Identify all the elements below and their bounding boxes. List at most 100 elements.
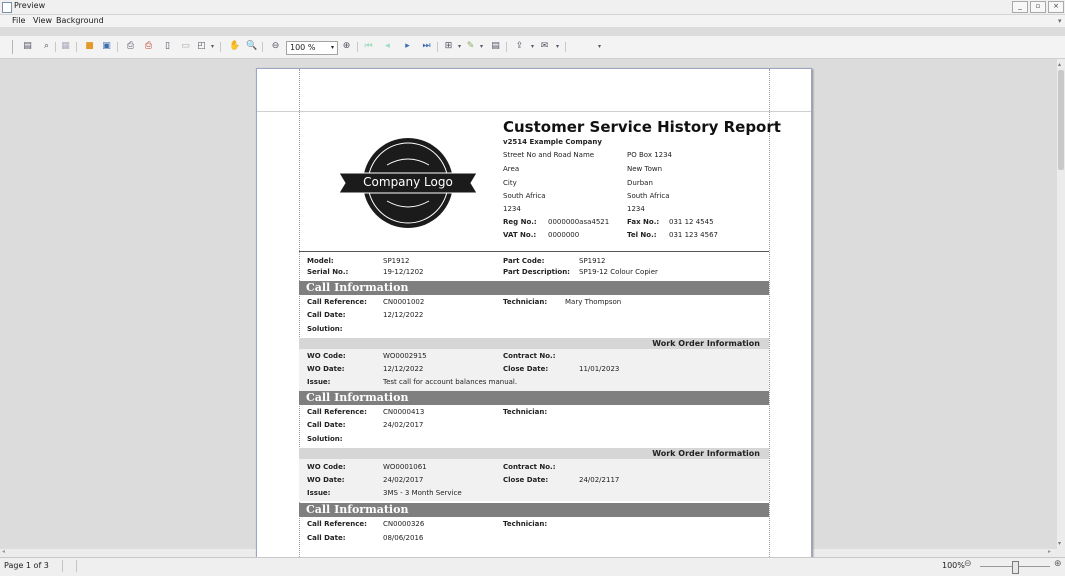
title-bar: Preview _ ▫ × xyxy=(0,0,1065,15)
close-date-value: 24/02/2117 xyxy=(579,476,620,484)
zoom-select[interactable]: 100 % ▾ xyxy=(286,41,338,55)
header-footer-icon[interactable]: ▭ xyxy=(180,41,191,52)
fax-value: 031 12 4545 xyxy=(669,218,714,226)
wo-code-value: WO0002915 xyxy=(383,352,427,360)
address-left-4: South Africa xyxy=(503,192,546,200)
issue-value: Test call for account balances manual. xyxy=(383,378,518,386)
window-title: Preview xyxy=(14,1,46,10)
work-order-band: Work Order Information xyxy=(299,338,769,349)
export-dropdown-icon[interactable]: ▾ xyxy=(527,41,538,52)
issue-value: 3MS - 3 Month Service xyxy=(383,489,462,497)
call-ref-label: Call Reference: xyxy=(307,298,367,306)
menu-overflow-icon[interactable]: ▾ xyxy=(1058,17,1062,25)
vertical-scroll-thumb[interactable] xyxy=(1058,70,1064,170)
zoom-slider-thumb[interactable] xyxy=(1012,561,1019,574)
call-date-value: 12/12/2022 xyxy=(383,311,424,319)
magnifier-icon[interactable]: 🔍 xyxy=(246,41,257,52)
open-icon[interactable]: ■ xyxy=(84,41,95,52)
address-right-3: Durban xyxy=(627,179,653,187)
call-ref-value: CN0001002 xyxy=(383,298,425,306)
call-information-band: Call Information xyxy=(299,281,769,295)
fax-label: Fax No.: xyxy=(627,218,660,226)
vat-label: VAT No.: xyxy=(503,231,537,239)
menu-view[interactable]: View xyxy=(33,15,52,27)
menu-file[interactable]: File xyxy=(12,15,25,27)
report-title: Customer Service History Report xyxy=(503,118,781,136)
menu-bar: File View Background ▾ xyxy=(0,15,1065,27)
close-window-button[interactable]: × xyxy=(1048,1,1064,13)
save-icon[interactable]: ▣ xyxy=(101,41,112,52)
solution-label: Solution: xyxy=(307,435,343,443)
zoom-in-icon[interactable]: ⊕ xyxy=(1054,559,1062,569)
serial-label: Serial No.: xyxy=(307,268,349,276)
scroll-right-icon[interactable]: ▸ xyxy=(1048,548,1051,555)
close-date-value: 11/01/2023 xyxy=(579,365,620,373)
multiple-pages-icon[interactable]: ⊞ xyxy=(443,41,454,52)
tel-label: Tel No.: xyxy=(627,231,657,239)
scroll-down-icon[interactable]: ▾ xyxy=(1058,540,1061,547)
email-dropdown-icon[interactable]: ▾ xyxy=(552,41,563,52)
zoom-in-icon[interactable]: ⊕ xyxy=(341,41,352,52)
zoom-out-icon[interactable]: ⊖ xyxy=(964,559,972,569)
address-left-2: Area xyxy=(503,165,520,173)
email-icon[interactable]: ✉ xyxy=(539,41,550,52)
scroll-left-icon[interactable]: ◂ xyxy=(2,548,5,555)
color-icon[interactable]: ✎ xyxy=(465,41,476,52)
tel-value: 031 123 4567 xyxy=(669,231,718,239)
company-name: v2514 Example Company xyxy=(503,138,602,146)
page-setup-icon[interactable]: ▯ xyxy=(162,41,173,52)
last-page-icon[interactable]: ⏭ xyxy=(421,41,432,52)
search-icon[interactable]: ⌕ xyxy=(41,41,52,52)
call-date-label: Call Date: xyxy=(307,534,346,542)
toolbar-options-icon[interactable]: ▾ xyxy=(594,41,605,52)
partcode-value: SP1912 xyxy=(579,257,606,265)
technician-label: Technician: xyxy=(503,408,548,416)
address-right-5: 1234 xyxy=(627,205,645,213)
document-map-icon[interactable]: ▤ xyxy=(22,41,33,52)
thumbnails-icon[interactable]: ▦ xyxy=(60,41,71,52)
export-icon[interactable]: ⇪ xyxy=(514,41,525,52)
call-date-value: 24/02/2017 xyxy=(383,421,424,429)
color-dropdown-icon[interactable]: ▾ xyxy=(476,41,487,52)
partdesc-label: Part Description: xyxy=(503,268,570,276)
wo-date-value: 12/12/2022 xyxy=(383,365,424,373)
close-date-label: Close Date: xyxy=(503,365,549,373)
print-icon[interactable]: ⎙ xyxy=(125,41,136,52)
hand-tool-icon[interactable]: ✋ xyxy=(229,41,240,52)
quick-print-icon[interactable]: ⎙ xyxy=(143,41,154,52)
address-left-3: City xyxy=(503,179,517,187)
vat-value: 0000000 xyxy=(548,231,580,239)
address-left-1: Street No and Road Name xyxy=(503,151,595,159)
call-ref-label: Call Reference: xyxy=(307,520,367,528)
menu-background[interactable]: Background xyxy=(56,15,104,27)
previous-page-icon[interactable]: ◂ xyxy=(382,41,393,52)
restore-button[interactable]: ▫ xyxy=(1030,1,1046,13)
wo-date-label: WO Date: xyxy=(307,476,345,484)
wo-code-label: WO Code: xyxy=(307,352,346,360)
scale-icon[interactable]: ◰ xyxy=(196,41,207,52)
next-page-icon[interactable]: ▸ xyxy=(402,41,413,52)
model-value: SP1912 xyxy=(383,257,410,265)
zoom-select-value: 100 % xyxy=(290,43,316,52)
watermark-icon[interactable]: ▤ xyxy=(490,41,501,52)
solution-label: Solution: xyxy=(307,325,343,333)
scale-dropdown-icon[interactable]: ▾ xyxy=(207,41,218,52)
call-information-band: Call Information xyxy=(299,503,769,517)
technician-value: Mary Thompson xyxy=(565,298,622,306)
page-indicator: Page 1 of 3 xyxy=(4,561,49,570)
technician-label: Technician: xyxy=(503,520,548,528)
zoom-out-icon[interactable]: ⊖ xyxy=(270,41,281,52)
minimize-button[interactable]: _ xyxy=(1012,1,1028,13)
reg-label: Reg No.: xyxy=(503,218,537,226)
call-ref-label: Call Reference: xyxy=(307,408,367,416)
call-information-band: Call Information xyxy=(299,391,769,405)
address-right-2: New Town xyxy=(627,165,663,173)
first-page-icon[interactable]: ⏮ xyxy=(363,41,374,52)
serial-value: 19-12/1202 xyxy=(383,268,424,276)
close-date-label: Close Date: xyxy=(503,476,549,484)
address-right-4: South Africa xyxy=(627,192,670,200)
scroll-up-icon[interactable]: ▴ xyxy=(1058,61,1061,68)
call-date-value: 08/06/2016 xyxy=(383,534,424,542)
multiple-pages-dropdown-icon[interactable]: ▾ xyxy=(454,41,465,52)
reg-value: 0000000asa4521 xyxy=(548,218,610,226)
